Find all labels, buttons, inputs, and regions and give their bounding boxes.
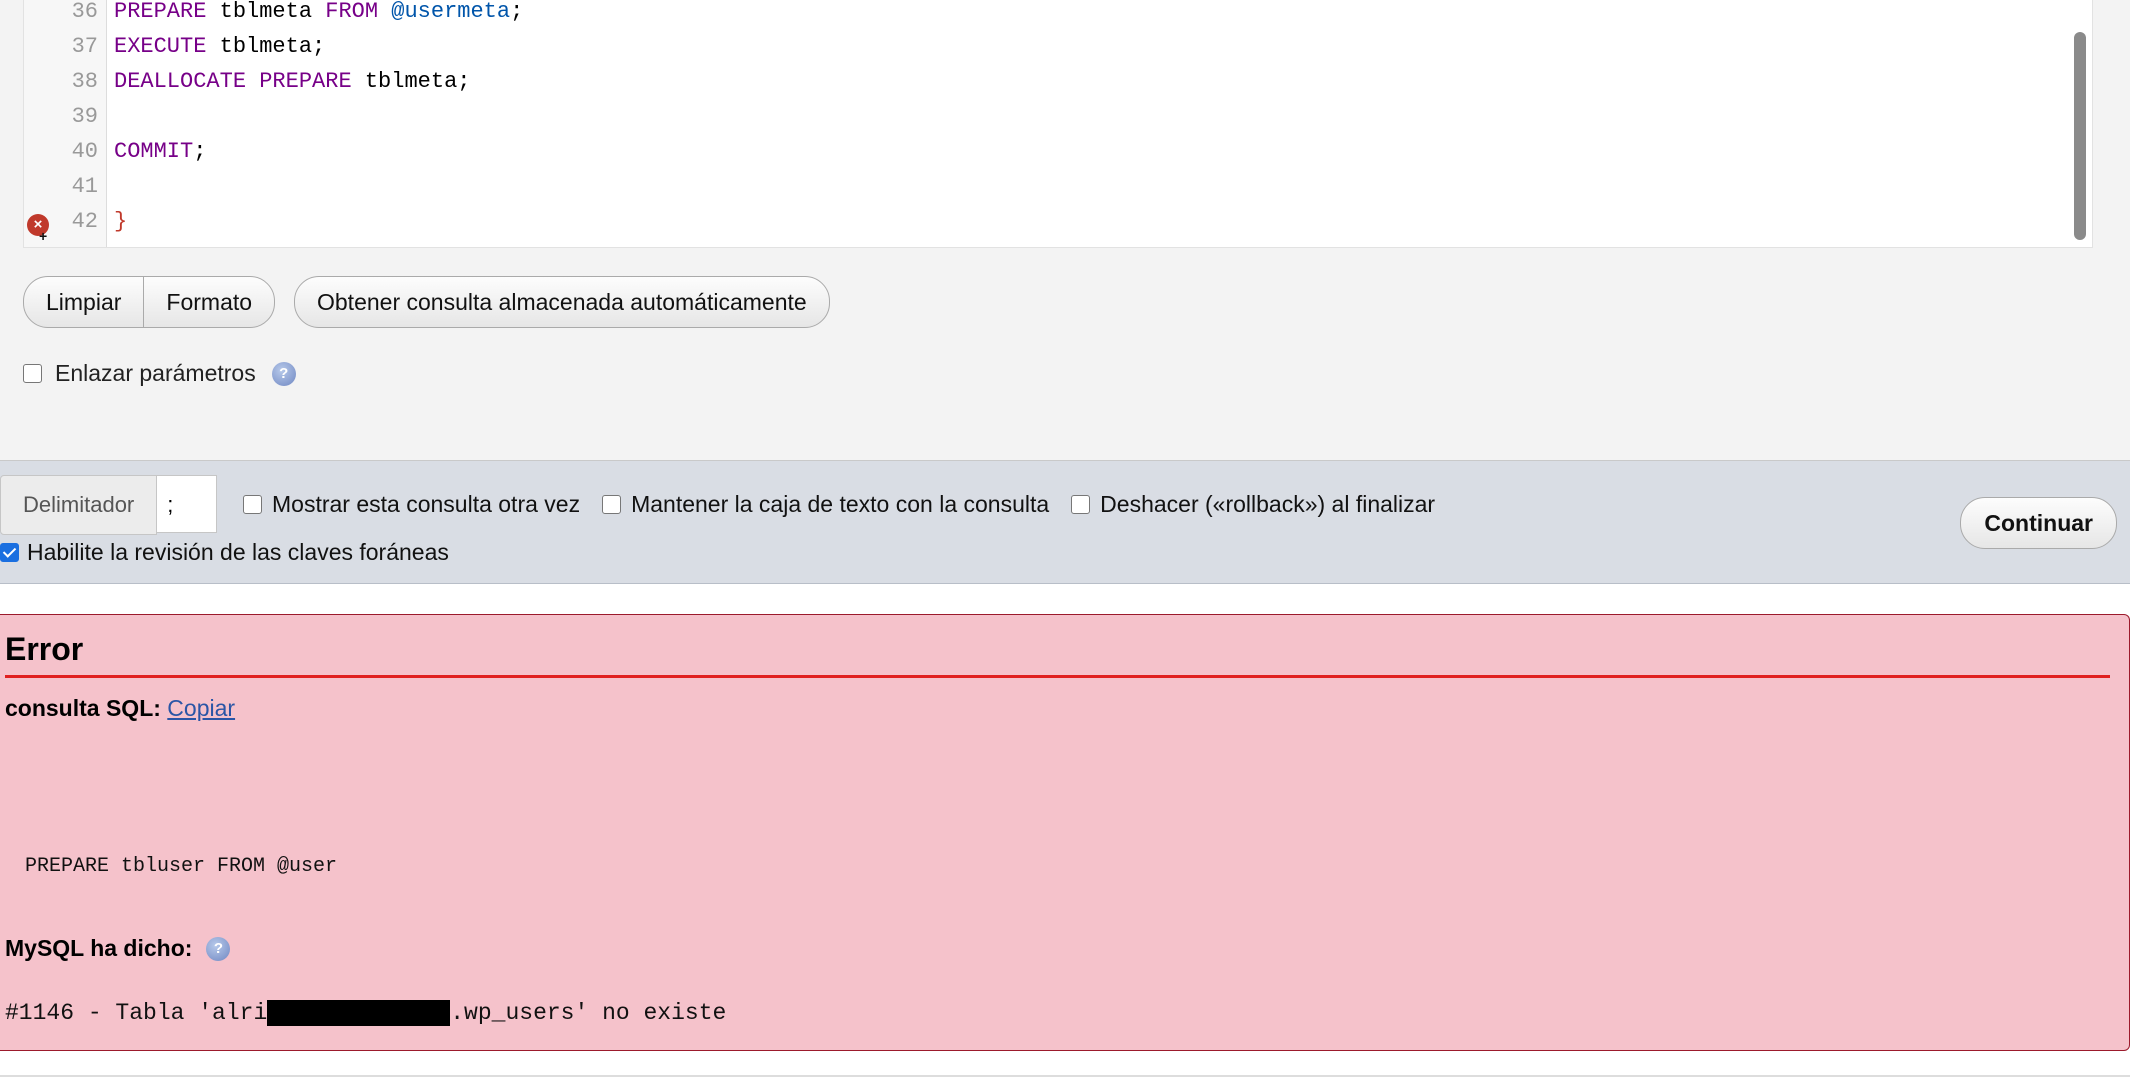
line-number: 38 [71, 69, 98, 94]
sql-keyword: EXECUTE [114, 34, 207, 59]
error-title: Error [5, 631, 84, 667]
sql-variable: @usermeta [391, 0, 511, 24]
line-number: 40 [71, 139, 98, 164]
clear-button[interactable]: Limpiar [24, 277, 143, 327]
help-icon[interactable]: ? [206, 936, 231, 961]
sql-query-label: consulta SQL: [5, 695, 161, 721]
sql-text: tblmeta [206, 0, 326, 24]
code-line: 40 COMMIT; [24, 134, 2092, 169]
line-code: DEALLOCATE PREPARE tblmeta; [114, 64, 470, 99]
sql-keyword: FROM [325, 0, 379, 24]
sql-keyword: COMMIT [114, 139, 194, 164]
code-line: 39 [24, 99, 2092, 134]
code-line: 38 DEALLOCATE PREPARE tblmeta; [24, 64, 2092, 99]
error-panel: Error consulta SQL: Copiar PREPARE tblus… [0, 614, 2130, 1051]
get-autostored-query-button[interactable]: Obtener consulta almacenada automáticame… [294, 276, 830, 328]
line-number: 37 [71, 34, 98, 59]
editor-button-group: Limpiar Formato [23, 276, 276, 328]
rollback-option: Deshacer («rollback») al finalizar [1071, 491, 1435, 518]
error-message: #1146 - Tabla 'alri .wp_users' no existe [5, 1000, 726, 1026]
delimiter-input[interactable]: ; [157, 475, 218, 533]
sql-text: ; [510, 0, 524, 24]
code-line: 37 EXECUTE tblmeta; [24, 29, 2092, 64]
foreign-key-checkbox[interactable] [0, 543, 19, 562]
mysql-said-label: MySQL ha dicho: [5, 935, 193, 961]
rollback-label: Deshacer («rollback») al finalizar [1100, 491, 1436, 517]
sql-keyword: PREPARE [114, 0, 207, 24]
bind-parameters-row: Enlazar parámetros ? [23, 360, 296, 387]
bind-parameters-label: Enlazar parámetros [55, 360, 256, 386]
editor-scrollbar[interactable] [2074, 32, 2086, 240]
code-line: 42} [24, 204, 2092, 239]
error-message-suffix: .wp_users' no existe [450, 1000, 727, 1026]
copy-link[interactable]: Copiar [167, 695, 235, 721]
bottom-divider [0, 1075, 2130, 1077]
show-query-option: Mostrar esta consulta otra vez [243, 491, 580, 518]
sql-text: tblmeta; [206, 34, 326, 59]
sql-text: tblmeta; [351, 69, 471, 94]
sql-query-line: consulta SQL: Copiar [5, 695, 235, 722]
redacted-block [267, 1000, 451, 1026]
sql-text: ; [193, 139, 207, 164]
line-code: EXECUTE tblmeta; [114, 29, 325, 64]
foreign-key-label: Habilite la revisión de las claves forán… [27, 539, 449, 565]
failed-sql-code: PREPARE tbluser FROM @user [25, 855, 338, 878]
show-query-checkbox[interactable] [243, 495, 262, 514]
line-code: } [114, 204, 127, 239]
add-marker-icon: + [39, 228, 48, 244]
error-divider [5, 675, 2110, 678]
delimiter-label: Delimitador [0, 475, 158, 535]
line-number: 41 [71, 174, 98, 199]
error-message-prefix: #1146 - Tabla 'alri [5, 1000, 268, 1026]
rollback-checkbox[interactable] [1071, 495, 1091, 514]
format-button[interactable]: Formato [143, 277, 274, 327]
foreign-key-option: Habilite la revisión de las claves forán… [0, 539, 449, 566]
line-number: 39 [71, 104, 98, 129]
code-line: 36 PREPARE tblmeta FROM @usermeta; [24, 0, 2092, 29]
bind-parameters-checkbox[interactable] [23, 364, 42, 383]
sql-editor[interactable]: 36 PREPARE tblmeta FROM @usermeta; 37 EXECU… [23, 0, 2093, 248]
retain-box-label: Mantener la caja de texto con la consult… [631, 491, 1050, 517]
go-button[interactable]: Continuar [1960, 497, 2117, 549]
query-box: 36 PREPARE tblmeta FROM @usermeta; 37 EXECU… [0, 0, 2130, 461]
mysql-said-line: MySQL ha dicho: ? [5, 935, 231, 962]
sql-error-token: } [114, 209, 128, 234]
line-number: 36 [71, 0, 98, 24]
sql-keyword: PREPARE [259, 69, 352, 94]
line-code: COMMIT; [114, 134, 206, 169]
code-line: 41 [24, 169, 2092, 204]
query-options-bar: Delimitador ; Mostrar esta consulta otra… [0, 461, 2130, 584]
retain-box-option: Mantener la caja de texto con la consult… [602, 491, 1049, 518]
help-icon[interactable]: ? [271, 361, 296, 386]
sql-keyword: DEALLOCATE [114, 69, 247, 94]
options-row: Mostrar esta consulta otra vez Mantener … [243, 491, 1457, 518]
show-query-label: Mostrar esta consulta otra vez [272, 491, 581, 517]
delimiter-group: Delimitador ; [0, 475, 218, 535]
retain-box-checkbox[interactable] [602, 495, 622, 514]
line-code: PREPARE tblmeta FROM @usermeta; [114, 0, 523, 29]
